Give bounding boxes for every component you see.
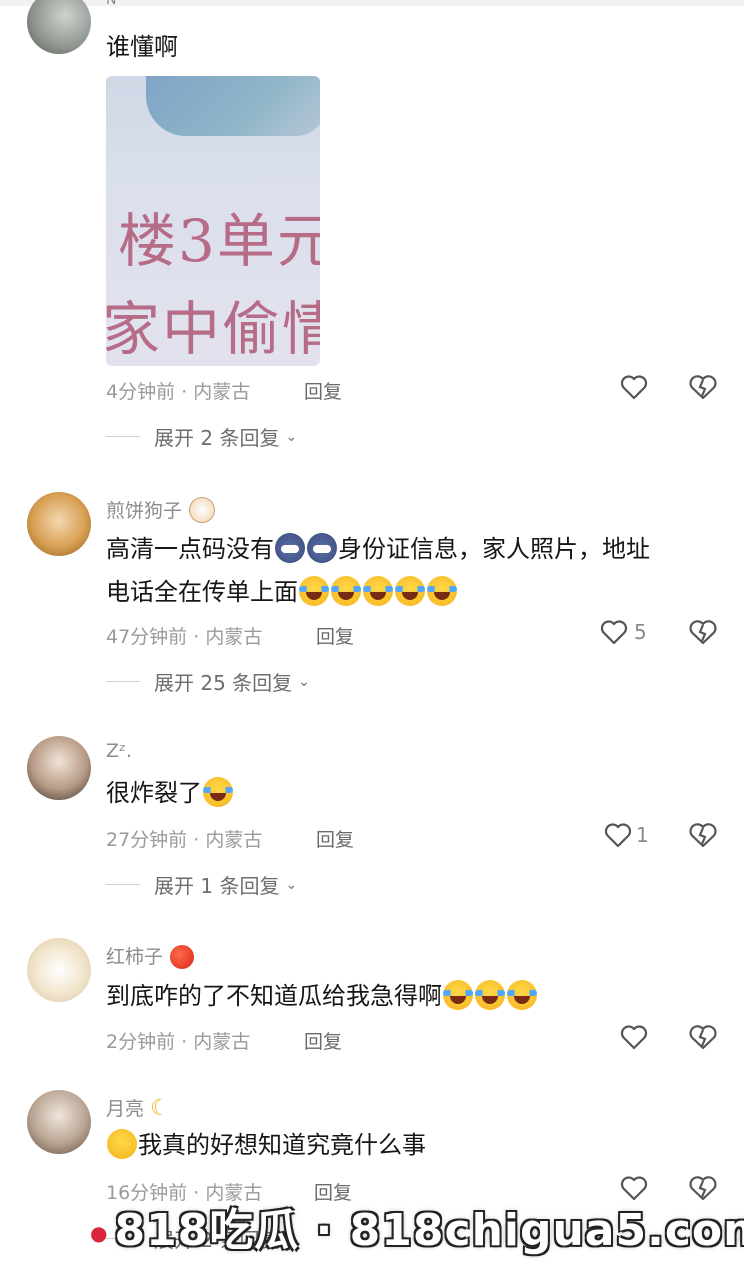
- chevron-down-icon: ⌄: [285, 876, 298, 893]
- avatar[interactable]: [27, 938, 91, 1002]
- divider-line: [106, 681, 140, 682]
- tomato-emoji-icon: [170, 945, 195, 969]
- comment-meta: 2分钟前 · 内蒙古: [106, 1027, 250, 1054]
- location: 内蒙古: [193, 1031, 251, 1053]
- reply-button[interactable]: 回复: [316, 622, 354, 649]
- husky-emoji-icon: [307, 533, 337, 563]
- username[interactable]: 红柿子: [106, 942, 195, 969]
- reply-button[interactable]: 回复: [316, 825, 354, 852]
- image-text: 家中偷情: [106, 295, 320, 363]
- broken-heart-icon: [689, 620, 717, 645]
- username-text: 红柿子: [106, 946, 164, 968]
- avatar[interactable]: [27, 1090, 91, 1154]
- moon-emoji-icon: ☾: [150, 1096, 170, 1121]
- username-text: 煎饼狗子: [106, 500, 183, 522]
- expand-label: 展开 2 条回复: [154, 426, 280, 450]
- expand-label: 展开 25 条回复: [154, 671, 293, 695]
- comment-text-part: 到底咋的了不知道瓜给我急得啊: [106, 982, 442, 1010]
- crying-laugh-emoji-icon: [299, 576, 329, 606]
- crying-laugh-emoji-icon: [363, 576, 393, 606]
- comment-text: 谁懂啊: [106, 33, 178, 61]
- broken-heart-icon: [689, 1025, 717, 1050]
- smiling-emoji-icon: [107, 1129, 137, 1159]
- location: 内蒙古: [205, 829, 263, 851]
- expand-label: 展开 1 条回复: [154, 874, 280, 898]
- location: 内蒙古: [205, 626, 263, 648]
- dislike-button[interactable]: [688, 374, 718, 404]
- crying-laugh-emoji-icon: [331, 576, 361, 606]
- dog-emoji-icon: [189, 497, 216, 523]
- comment-text-part: 很炸裂了: [106, 779, 202, 807]
- watermark-dot-icon: ●: [90, 1221, 109, 1245]
- separator: ·: [193, 829, 200, 851]
- comment-text: 我真的好想知道究竟什么事: [106, 1124, 726, 1167]
- avatar[interactable]: [27, 736, 91, 800]
- comment-text-part: 高清一点码没有: [106, 535, 274, 563]
- avatar[interactable]: [27, 0, 91, 54]
- chevron-down-icon: ⌄: [285, 428, 298, 445]
- username-text: 月亮: [106, 1098, 145, 1120]
- reply-button[interactable]: 回复: [304, 1027, 342, 1054]
- divider-line: [106, 436, 140, 437]
- username[interactable]: N: [106, 0, 116, 8]
- crying-laugh-emoji-icon: [443, 980, 473, 1010]
- timestamp: 27分钟前: [106, 829, 188, 851]
- heart-outline-icon: [620, 375, 648, 400]
- comment-image[interactable]: 楼3单元 家中偷情: [106, 76, 320, 366]
- comment-text-part: 电话全在传单上面: [106, 578, 298, 606]
- dislike-button[interactable]: [688, 619, 718, 649]
- timestamp: 47分钟前: [106, 626, 188, 648]
- timestamp: 4分钟前: [106, 381, 176, 403]
- comment-meta: 27分钟前 · 内蒙古: [106, 825, 262, 852]
- like-button[interactable]: [620, 1024, 648, 1050]
- image-background: [146, 76, 320, 136]
- crying-laugh-emoji-icon: [507, 980, 537, 1010]
- heart-outline-icon: [620, 1025, 648, 1050]
- separator: ·: [181, 1031, 188, 1053]
- comment-meta: 47分钟前 · 内蒙古: [106, 622, 262, 649]
- expand-replies-button[interactable]: 展开 1 条回复 ⌄: [106, 870, 297, 899]
- separator: ·: [181, 381, 188, 403]
- username[interactable]: Zᶻ.: [106, 740, 132, 762]
- watermark: ● 818吃瓜 · 818chigua5.com: [90, 1194, 744, 1258]
- divider-line: [106, 884, 140, 885]
- like-count: 5: [634, 620, 647, 644]
- username[interactable]: 月亮 ☾: [106, 1094, 170, 1121]
- comment-meta: 4分钟前 · 内蒙古: [106, 377, 250, 404]
- like-button[interactable]: 1: [604, 822, 649, 848]
- broken-heart-icon: [689, 375, 717, 400]
- comment-text-part: 我真的好想知道究竟什么事: [138, 1131, 426, 1159]
- crying-laugh-emoji-icon: [475, 980, 505, 1010]
- image-text: 楼3单元: [118, 207, 320, 275]
- watermark-text: 818吃瓜 · 818chigua5.com: [114, 1205, 744, 1256]
- avatar[interactable]: [27, 492, 91, 556]
- expand-replies-button[interactable]: 展开 25 条回复 ⌄: [106, 667, 310, 696]
- like-button[interactable]: 5: [600, 619, 647, 645]
- location: 内蒙古: [193, 381, 251, 403]
- dislike-button[interactable]: [688, 1024, 718, 1054]
- reply-button[interactable]: 回复: [304, 377, 342, 404]
- comment-text: 到底咋的了不知道瓜给我急得啊: [106, 975, 726, 1018]
- like-count: 1: [636, 823, 649, 847]
- heart-outline-icon: [604, 823, 632, 848]
- comment-text: 很炸裂了: [106, 772, 726, 815]
- comment-text-part: 身份证信息，家人照片，地址: [338, 535, 650, 563]
- crying-laugh-emoji-icon: [427, 576, 457, 606]
- comment-text: 高清一点码没有 身份证信息，家人照片，地址 电话全在传单上面: [106, 528, 726, 614]
- heart-outline-icon: [600, 620, 628, 645]
- crying-laugh-emoji-icon: [395, 576, 425, 606]
- husky-emoji-icon: [275, 533, 305, 563]
- separator: ·: [193, 626, 200, 648]
- chevron-down-icon: ⌄: [298, 673, 310, 690]
- username[interactable]: 煎饼狗子: [106, 496, 216, 523]
- expand-replies-button[interactable]: 展开 2 条回复 ⌄: [106, 422, 297, 451]
- like-button[interactable]: [620, 374, 648, 400]
- dislike-button[interactable]: [688, 822, 718, 852]
- broken-heart-icon: [689, 823, 717, 848]
- timestamp: 2分钟前: [106, 1031, 176, 1053]
- crying-laugh-emoji-icon: [203, 777, 233, 807]
